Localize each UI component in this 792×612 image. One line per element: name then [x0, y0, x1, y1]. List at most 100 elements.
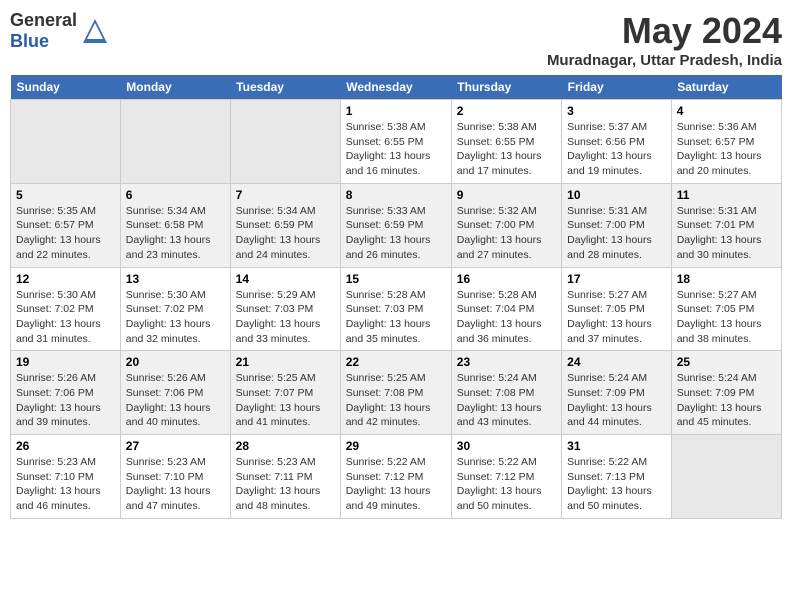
day-header: Wednesday	[340, 75, 451, 100]
day-info: Sunrise: 5:22 AM Sunset: 7:13 PM Dayligh…	[567, 455, 666, 514]
day-number: 20	[126, 355, 225, 369]
day-number: 14	[236, 272, 335, 286]
day-number: 30	[457, 439, 556, 453]
calendar-cell	[671, 435, 781, 519]
day-info: Sunrise: 5:28 AM Sunset: 7:04 PM Dayligh…	[457, 288, 556, 347]
day-info: Sunrise: 5:23 AM Sunset: 7:10 PM Dayligh…	[126, 455, 225, 514]
day-info: Sunrise: 5:25 AM Sunset: 7:08 PM Dayligh…	[346, 371, 446, 430]
calendar-cell: 23 Sunrise: 5:24 AM Sunset: 7:08 PM Dayli…	[451, 351, 561, 435]
day-info: Sunrise: 5:31 AM Sunset: 7:01 PM Dayligh…	[677, 204, 776, 263]
logo-blue: Blue	[10, 31, 49, 51]
day-info: Sunrise: 5:36 AM Sunset: 6:57 PM Dayligh…	[677, 120, 776, 179]
calendar-cell	[11, 100, 121, 184]
calendar-cell: 7Sunrise: 5:34 AM Sunset: 6:59 PM Daylig…	[230, 183, 340, 267]
day-info: Sunrise: 5:25 AM Sunset: 7:07 PM Dayligh…	[236, 371, 335, 430]
day-header: Tuesday	[230, 75, 340, 100]
header: General Blue May 2024 Muradnagar, Uttar …	[10, 10, 782, 69]
day-number: 12	[16, 272, 115, 286]
calendar-cell: 1 Sunrise: 5:38 AM Sunset: 6:55 PM Daylig…	[340, 100, 451, 184]
calendar-cell: 10Sunrise: 5:31 AM Sunset: 7:00 PM Dayli…	[562, 183, 672, 267]
day-info: Sunrise: 5:30 AM Sunset: 7:02 PM Dayligh…	[126, 288, 225, 347]
calendar-cell: 24Sunrise: 5:24 AM Sunset: 7:09 PM Dayli…	[562, 351, 672, 435]
calendar-cell: 9 Sunrise: 5:32 AM Sunset: 7:00 PM Daylig…	[451, 183, 561, 267]
day-info: Sunrise: 5:34 AM Sunset: 6:58 PM Dayligh…	[126, 204, 225, 263]
calendar-cell: 25 Sunrise: 5:24 AM Sunset: 7:09 PM Dayli…	[671, 351, 781, 435]
day-info: Sunrise: 5:22 AM Sunset: 7:12 PM Dayligh…	[457, 455, 556, 514]
day-number: 21	[236, 355, 335, 369]
day-info: Sunrise: 5:23 AM Sunset: 7:10 PM Dayligh…	[16, 455, 115, 514]
day-number: 15	[346, 272, 446, 286]
day-number: 4	[677, 104, 776, 118]
day-info: Sunrise: 5:38 AM Sunset: 6:55 PM Dayligh…	[346, 120, 446, 179]
day-info: Sunrise: 5:30 AM Sunset: 7:02 PM Dayligh…	[16, 288, 115, 347]
day-number: 24	[567, 355, 666, 369]
day-number: 11	[677, 188, 776, 202]
day-info: Sunrise: 5:27 AM Sunset: 7:05 PM Dayligh…	[677, 288, 776, 347]
day-number: 31	[567, 439, 666, 453]
calendar-cell: 29 Sunrise: 5:22 AM Sunset: 7:12 PM Dayli…	[340, 435, 451, 519]
calendar-cell: 27Sunrise: 5:23 AM Sunset: 7:10 PM Dayli…	[120, 435, 230, 519]
calendar-cell: 28Sunrise: 5:23 AM Sunset: 7:11 PM Dayli…	[230, 435, 340, 519]
calendar-row: 12 Sunrise: 5:30 AM Sunset: 7:02 PM Dayli…	[11, 267, 782, 351]
day-header: Thursday	[451, 75, 561, 100]
day-number: 16	[457, 272, 556, 286]
day-info: Sunrise: 5:28 AM Sunset: 7:03 PM Dayligh…	[346, 288, 446, 347]
calendar-cell: 14 Sunrise: 5:29 AM Sunset: 7:03 PM Dayli…	[230, 267, 340, 351]
day-number: 29	[346, 439, 446, 453]
main-title: May 2024	[547, 10, 782, 52]
logo-text: General Blue	[10, 10, 77, 52]
day-number: 23	[457, 355, 556, 369]
header-row: SundayMondayTuesdayWednesdayThursdayFrid…	[11, 75, 782, 100]
calendar-cell: 19 Sunrise: 5:26 AM Sunset: 7:06 PM Dayli…	[11, 351, 121, 435]
day-number: 1	[346, 104, 446, 118]
calendar-cell: 11 Sunrise: 5:31 AM Sunset: 7:01 PM Dayli…	[671, 183, 781, 267]
calendar-row: 26 Sunrise: 5:23 AM Sunset: 7:10 PM Dayli…	[11, 435, 782, 519]
day-info: Sunrise: 5:23 AM Sunset: 7:11 PM Dayligh…	[236, 455, 335, 514]
calendar-cell: 20 Sunrise: 5:26 AM Sunset: 7:06 PM Dayli…	[120, 351, 230, 435]
day-info: Sunrise: 5:35 AM Sunset: 6:57 PM Dayligh…	[16, 204, 115, 263]
day-info: Sunrise: 5:24 AM Sunset: 7:08 PM Dayligh…	[457, 371, 556, 430]
logo-general: General	[10, 10, 77, 30]
calendar-row: 5 Sunrise: 5:35 AM Sunset: 6:57 PM Daylig…	[11, 183, 782, 267]
day-number: 3	[567, 104, 666, 118]
day-info: Sunrise: 5:34 AM Sunset: 6:59 PM Dayligh…	[236, 204, 335, 263]
calendar-cell: 22 Sunrise: 5:25 AM Sunset: 7:08 PM Dayli…	[340, 351, 451, 435]
day-info: Sunrise: 5:32 AM Sunset: 7:00 PM Dayligh…	[457, 204, 556, 263]
calendar-cell: 8 Sunrise: 5:33 AM Sunset: 6:59 PM Daylig…	[340, 183, 451, 267]
day-info: Sunrise: 5:33 AM Sunset: 6:59 PM Dayligh…	[346, 204, 446, 263]
calendar-table: SundayMondayTuesdayWednesdayThursdayFrid…	[10, 75, 782, 519]
calendar-cell: 26 Sunrise: 5:23 AM Sunset: 7:10 PM Dayli…	[11, 435, 121, 519]
calendar-cell: 15 Sunrise: 5:28 AM Sunset: 7:03 PM Dayli…	[340, 267, 451, 351]
day-header: Sunday	[11, 75, 121, 100]
calendar-cell: 2 Sunrise: 5:38 AM Sunset: 6:55 PM Daylig…	[451, 100, 561, 184]
calendar-cell	[230, 100, 340, 184]
day-info: Sunrise: 5:24 AM Sunset: 7:09 PM Dayligh…	[677, 371, 776, 430]
calendar-cell: 17 Sunrise: 5:27 AM Sunset: 7:05 PM Dayli…	[562, 267, 672, 351]
calendar-cell	[120, 100, 230, 184]
day-info: Sunrise: 5:27 AM Sunset: 7:05 PM Dayligh…	[567, 288, 666, 347]
day-number: 19	[16, 355, 115, 369]
title-area: May 2024 Muradnagar, Uttar Pradesh, Indi…	[547, 10, 782, 69]
day-info: Sunrise: 5:38 AM Sunset: 6:55 PM Dayligh…	[457, 120, 556, 179]
day-number: 2	[457, 104, 556, 118]
calendar-cell: 31 Sunrise: 5:22 AM Sunset: 7:13 PM Dayli…	[562, 435, 672, 519]
day-number: 17	[567, 272, 666, 286]
calendar-cell: 13 Sunrise: 5:30 AM Sunset: 7:02 PM Dayli…	[120, 267, 230, 351]
day-info: Sunrise: 5:29 AM Sunset: 7:03 PM Dayligh…	[236, 288, 335, 347]
day-number: 25	[677, 355, 776, 369]
day-number: 8	[346, 188, 446, 202]
day-number: 6	[126, 188, 225, 202]
calendar-cell: 5 Sunrise: 5:35 AM Sunset: 6:57 PM Daylig…	[11, 183, 121, 267]
day-info: Sunrise: 5:26 AM Sunset: 7:06 PM Dayligh…	[16, 371, 115, 430]
day-info: Sunrise: 5:26 AM Sunset: 7:06 PM Dayligh…	[126, 371, 225, 430]
day-number: 26	[16, 439, 115, 453]
day-number: 5	[16, 188, 115, 202]
calendar-row: 1 Sunrise: 5:38 AM Sunset: 6:55 PM Daylig…	[11, 100, 782, 184]
day-number: 22	[346, 355, 446, 369]
day-number: 13	[126, 272, 225, 286]
calendar-row: 19 Sunrise: 5:26 AM Sunset: 7:06 PM Dayli…	[11, 351, 782, 435]
day-info: Sunrise: 5:22 AM Sunset: 7:12 PM Dayligh…	[346, 455, 446, 514]
day-number: 9	[457, 188, 556, 202]
day-info: Sunrise: 5:37 AM Sunset: 6:56 PM Dayligh…	[567, 120, 666, 179]
day-number: 10	[567, 188, 666, 202]
